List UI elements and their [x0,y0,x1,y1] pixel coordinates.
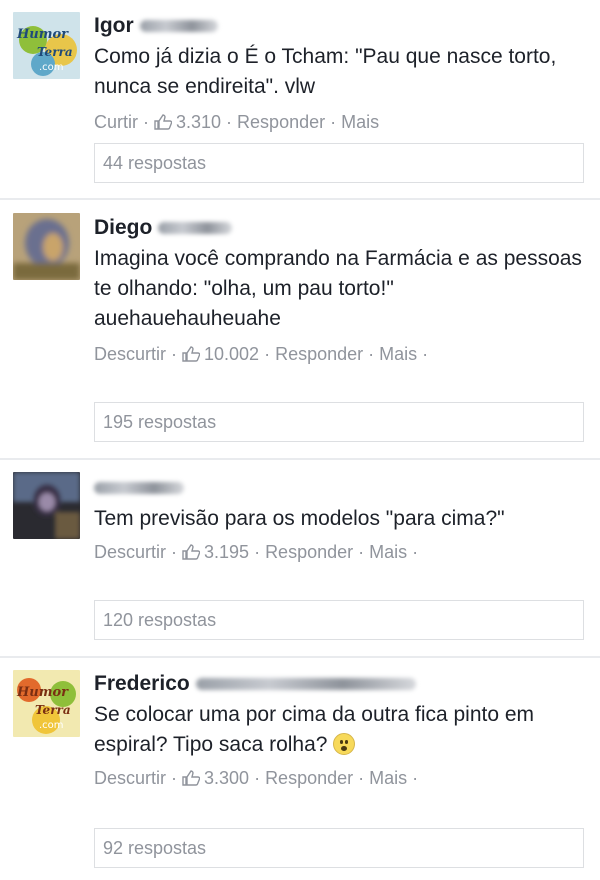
reply-link[interactable]: Responder [237,112,325,133]
comment-4: Humor Terra .com Frederico Se colocar um… [0,658,600,880]
thumbs-up-icon [182,544,201,560]
reply-link[interactable]: Responder [275,344,363,365]
author-row: Igor [94,14,218,38]
separator-dot: · [171,344,178,364]
separator-dot: · [412,768,419,788]
humor-da-terra-logo: Humor Terra .com [13,12,80,79]
svg-text:.com: .com [39,62,64,73]
comment-actions: Descurtir · 3.195 · Responder · Mais · [94,542,423,563]
separator-dot: · [358,768,365,788]
separator-dot: · [143,112,149,132]
like-link[interactable]: Descurtir [94,344,166,365]
avatar[interactable]: Humor Terra .com [13,670,80,737]
separator-dot: · [171,768,178,788]
like-link[interactable]: Descurtir [94,542,166,563]
comment-actions: Curtir · 3.310 · Responder · Mais [94,112,379,133]
redacted-surname [158,222,233,234]
more-link[interactable]: Mais [369,542,407,563]
avatar[interactable] [13,472,80,539]
separator-dot: · [254,542,261,562]
separator-dot: · [226,112,233,132]
like-link[interactable]: Descurtir [94,768,166,789]
humor-da-terra-logo: Humor Terra .com [13,670,80,737]
replies-box[interactable]: 195 respostas [94,402,584,442]
comment-2: Diego Imagina você comprando na Farmácia… [0,200,600,458]
comment-actions: Descurtir · 10.002 · Responder · Mais · [94,344,433,365]
surprised-face-icon [333,733,356,755]
redacted-name [94,482,184,494]
separator-dot: · [412,542,419,562]
author-row: Frederico [94,672,416,696]
separator-dot: · [330,112,337,132]
svg-text:Humor: Humor [16,27,69,42]
separator-dot: · [171,542,178,562]
comment-text: Tem previsão para os modelos "para cima?… [94,507,505,530]
avatar-photo [13,472,80,539]
comment-text: Imagina você comprando na Farmácia e as … [94,247,582,330]
like-count: 10.002 [204,344,260,364]
replies-box[interactable]: 44 respostas [94,143,584,183]
redacted-surname [139,20,218,32]
comment-1: Humor Terra .com Igor Como já dizia o É … [0,0,600,200]
replies-box[interactable]: 92 respostas [94,828,584,868]
author-row: Diego [94,216,233,240]
author-name[interactable]: Igor [94,14,134,38]
author-name[interactable]: Diego [94,216,152,240]
avatar-photo [13,213,80,280]
more-link[interactable]: Mais [379,344,417,365]
like-count: 3.310 [176,112,222,132]
comment-text-body: Se colocar uma por cima da outra fica pi… [94,703,535,756]
replies-count: 120 respostas [103,610,217,630]
like-count: 3.195 [204,542,250,562]
separator-dot: · [422,344,429,364]
separator-dot: · [254,768,261,788]
avatar[interactable] [13,213,80,280]
separator-dot: · [358,542,365,562]
reply-link[interactable]: Responder [265,768,353,789]
separator-dot: · [368,344,375,364]
thumbs-up-icon [182,346,201,362]
separator-dot: · [264,344,271,364]
svg-text:Humor: Humor [16,685,69,700]
thumbs-up-icon [182,770,201,786]
author-name[interactable]: Frederico [94,672,190,696]
replies-count: 92 respostas [103,838,207,858]
replies-count: 195 respostas [103,412,217,432]
more-link[interactable]: Mais [369,768,407,789]
svg-text:.com: .com [39,720,64,731]
svg-text:Terra: Terra [35,703,71,717]
like-count: 3.300 [204,768,250,788]
replies-box[interactable]: 120 respostas [94,600,584,640]
comment-actions: Descurtir · 3.300 · Responder · Mais · [94,768,423,789]
avatar[interactable]: Humor Terra .com [13,12,80,79]
comment-text: Como já dizia o É o Tcham: "Pau que nasc… [94,45,557,98]
more-link[interactable]: Mais [341,112,379,133]
redacted-surname [195,678,416,690]
comment-3: Tem previsão para os modelos "para cima?… [0,460,600,656]
svg-text:Terra: Terra [37,45,73,59]
replies-count: 44 respostas [103,153,207,173]
like-link[interactable]: Curtir [94,112,138,133]
comment-text: Se colocar uma por cima da outra fica pi… [94,700,584,760]
reply-link[interactable]: Responder [265,542,353,563]
author-row [94,482,184,494]
thumbs-up-icon [154,114,172,130]
